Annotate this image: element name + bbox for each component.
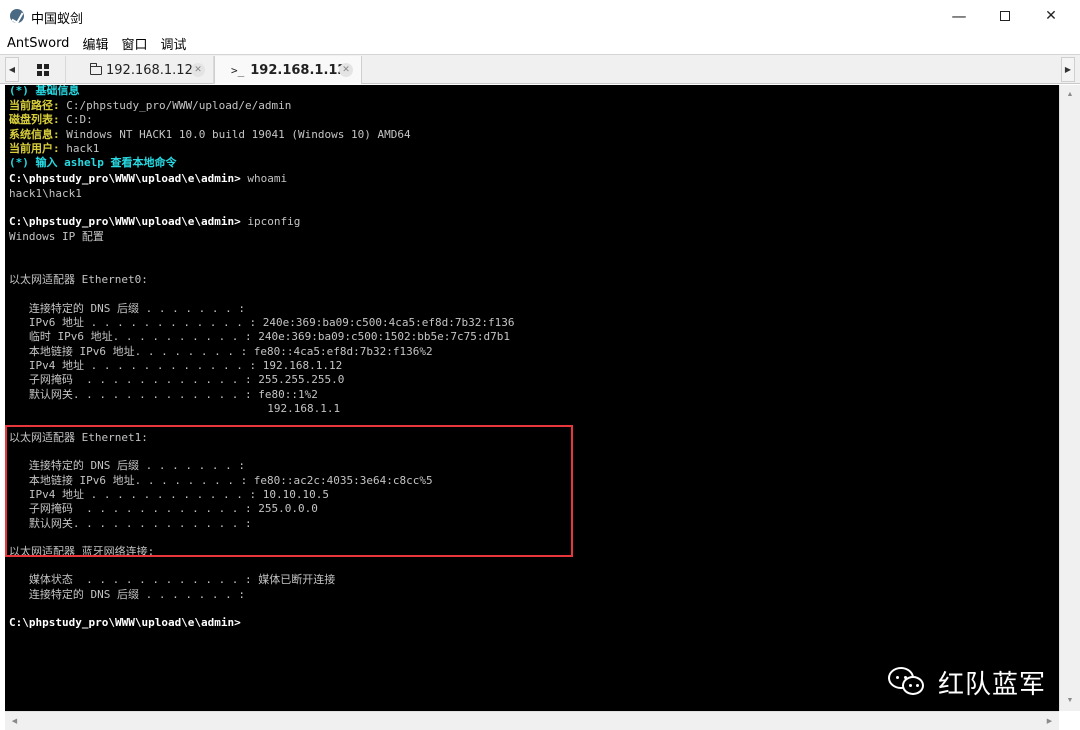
command-line-current: C:\phpstudy_pro\WWW\upload\e\admin> (9, 616, 241, 630)
command-text: whoami (240, 172, 288, 185)
scroll-down-button[interactable]: ▼ (1060, 692, 1080, 709)
close-button[interactable]: ✕ (1028, 0, 1074, 32)
prompt: C:\phpstudy_pro\WWW\upload\e\admin> (9, 616, 241, 629)
system-info-value: Windows NT HACK1 10.0 build 19041 (Windo… (59, 128, 411, 141)
output-line: Windows IP 配置 (9, 230, 104, 243)
tab-scroll-right-button[interactable]: ▶ (1061, 57, 1075, 82)
output-line: 默认网关. . . . . . . . . . . . . : fe80::1%… (9, 388, 318, 401)
watermark: 红队蓝军 (888, 664, 1046, 700)
terminal-output[interactable]: (*) 基础信息 当前路径: C:/phpstudy_pro/WWW/uploa… (5, 85, 1059, 711)
prompt: C:\phpstudy_pro\WWW\upload\e\admin> (9, 172, 241, 185)
output-line: 本地链接 IPv6 地址. . . . . . . . : fe80::4ca5… (9, 345, 433, 358)
tab-terminal[interactable]: >_ 192.168.1.12 ✕ (214, 56, 362, 84)
scroll-left-button[interactable]: ◀ (6, 712, 23, 730)
basic-info-header: (*) 基础信息 (9, 85, 80, 97)
output-line: 子网掩码 . . . . . . . . . . . . : 255.255.2… (9, 373, 345, 386)
tab-file-manager[interactable]: 192.168.1.12 ✕ (66, 56, 214, 84)
terminal-icon: >_ (231, 63, 245, 77)
current-path-label: 当前路径: (9, 99, 60, 112)
output-line: 连接特定的 DNS 后缀 . . . . . . . : (9, 302, 245, 315)
output-line: 连接特定的 DNS 后缀 . . . . . . . : (9, 588, 245, 601)
adapter-heading: 以太网适配器 Ethernet0: (9, 273, 148, 286)
output-line: 192.168.1.1 (9, 402, 341, 415)
current-user-value: hack1 (59, 142, 100, 155)
tab-file-manager-close-button[interactable]: ✕ (191, 63, 205, 77)
help-hint: (*) 输入 ashelp 查看本地命令 (9, 156, 177, 169)
menu-debug[interactable]: 调试 (153, 34, 192, 53)
watermark-text: 红队蓝军 (938, 669, 1047, 700)
output-line: 临时 IPv6 地址. . . . . . . . . . : 240e:369… (9, 330, 510, 343)
maximize-icon (1000, 11, 1010, 21)
vertical-scrollbar[interactable]: ▲ ▼ (1059, 85, 1080, 711)
tab-home[interactable] (21, 56, 66, 84)
system-info-line: 系统信息: Windows NT HACK1 10.0 build 19041 … (9, 128, 411, 142)
tab-terminal-label: 192.168.1.12 (250, 62, 347, 78)
maximize-button[interactable] (982, 0, 1028, 32)
menu-bar: AntSword 编辑 窗口 调试 (0, 32, 1080, 54)
command-text: ipconfig (240, 215, 301, 228)
scroll-up-button[interactable]: ▲ (1060, 86, 1080, 103)
title-bar: 中国蚁剑 — ✕ (0, 0, 1080, 32)
menu-edit[interactable]: 编辑 (75, 34, 114, 53)
tab-strip: ◀ 192.168.1.12 ✕ >_ 192.168.1.12 ✕ ▶ (0, 54, 1080, 84)
disk-list-line: 磁盘列表: C:D: (9, 113, 93, 127)
current-path-line: 当前路径: C:/phpstudy_pro/WWW/upload/e/admin (9, 99, 291, 113)
folder-icon (90, 62, 102, 75)
wechat-icon (888, 665, 928, 699)
tab-terminal-close-button[interactable]: ✕ (339, 63, 353, 77)
command-line-ipconfig: C:\phpstudy_pro\WWW\upload\e\admin> ipco… (9, 215, 300, 229)
prompt: C:\phpstudy_pro\WWW\upload\e\admin> (9, 215, 241, 228)
output-line: 媒体状态 . . . . . . . . . . . . : 媒体已断开连接 (9, 573, 336, 586)
current-path-value: C:/phpstudy_pro/WWW/upload/e/admin (59, 99, 292, 112)
output-line: IPv6 地址 . . . . . . . . . . . . : 240e:3… (9, 316, 515, 329)
tab-scroll-left-button[interactable]: ◀ (5, 57, 19, 82)
disk-list-label: 磁盘列表: (9, 113, 60, 126)
minimize-button[interactable]: — (936, 0, 982, 32)
menu-antsword[interactable]: AntSword (0, 36, 75, 51)
current-user-line: 当前用户: hack1 (9, 142, 99, 156)
horizontal-scrollbar[interactable]: ◀ ▶ (5, 711, 1059, 730)
app-logo-icon (10, 9, 24, 23)
current-user-label: 当前用户: (9, 142, 60, 155)
whoami-output: hack1\hack1 (9, 187, 82, 200)
command-line-whoami: C:\phpstudy_pro\WWW\upload\e\admin> whoa… (9, 172, 287, 186)
disk-list-value: C:D: (59, 113, 93, 126)
system-info-label: 系统信息: (9, 128, 60, 141)
tab-file-manager-label: 192.168.1.12 (106, 62, 193, 78)
scroll-right-button[interactable]: ▶ (1041, 712, 1058, 730)
grid-icon (37, 64, 49, 76)
output-line: IPv4 地址 . . . . . . . . . . . . : 192.16… (9, 359, 343, 372)
menu-window[interactable]: 窗口 (114, 34, 153, 53)
window-title: 中国蚁剑 (31, 12, 84, 27)
highlight-box (5, 425, 573, 557)
